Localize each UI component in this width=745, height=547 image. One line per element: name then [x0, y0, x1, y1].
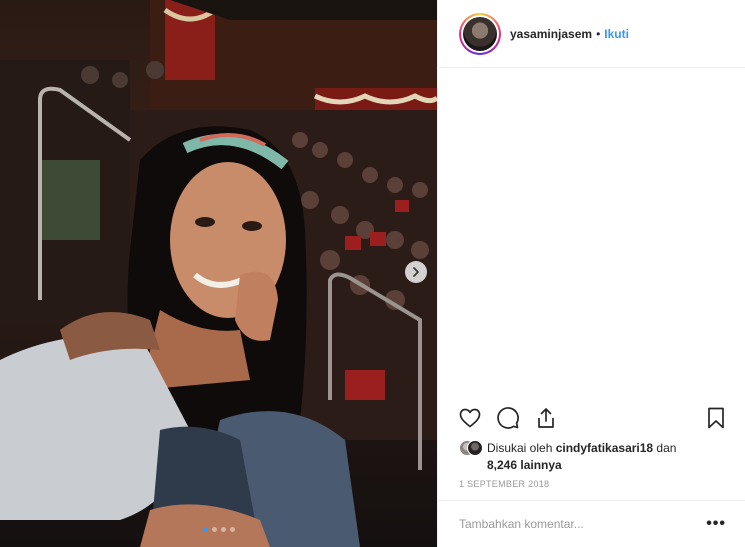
carousel-dot	[211, 527, 217, 532]
post-header: yasaminjasem • Ikuti	[438, 0, 745, 68]
photo-scene	[0, 0, 437, 547]
comment-button[interactable]	[496, 406, 520, 430]
share-button[interactable]	[534, 406, 558, 430]
like-button[interactable]	[458, 406, 482, 430]
follow-button[interactable]: Ikuti	[604, 27, 629, 41]
likes-summary: Disukai oleh cindyfatikasari18 dan 8,246…	[459, 440, 729, 474]
heart-icon	[459, 408, 481, 428]
comment-bar: •••	[438, 500, 745, 547]
comment-input[interactable]	[459, 517, 706, 531]
action-bar	[458, 406, 728, 430]
more-options-button[interactable]: •••	[706, 515, 726, 533]
liker-avatar	[467, 440, 483, 456]
likes-prefix: Disukai oleh	[487, 441, 556, 455]
avatar[interactable]	[459, 12, 501, 55]
carousel-indicator	[0, 527, 437, 532]
likes-and: dan	[653, 441, 677, 455]
save-button[interactable]	[704, 406, 728, 430]
liked-by-user-link[interactable]: cindyfatikasari18	[556, 441, 653, 455]
carousel-dot	[202, 527, 208, 532]
carousel-next-button[interactable]	[405, 261, 427, 283]
post-photo[interactable]	[0, 0, 437, 547]
profile-avatar-icon	[463, 16, 497, 51]
bookmark-icon	[708, 407, 724, 429]
likes-text: Disukai oleh cindyfatikasari18 dan 8,246…	[487, 440, 676, 474]
post-date[interactable]: 1 SEPTEMBER 2018	[459, 479, 549, 489]
username-link[interactable]: yasaminjasem	[510, 27, 592, 41]
carousel-dot	[229, 527, 235, 532]
carousel-dot	[220, 527, 226, 532]
comment-icon	[497, 407, 519, 429]
share-icon	[538, 408, 554, 428]
liker-avatars	[459, 440, 483, 458]
chevron-right-icon	[413, 267, 419, 277]
separator-dot: •	[596, 26, 601, 41]
likes-others-link[interactable]: 8,246 lainnya	[487, 458, 562, 472]
post-sidebar: yasaminjasem • Ikuti Disukai oleh cindyf…	[437, 0, 745, 547]
